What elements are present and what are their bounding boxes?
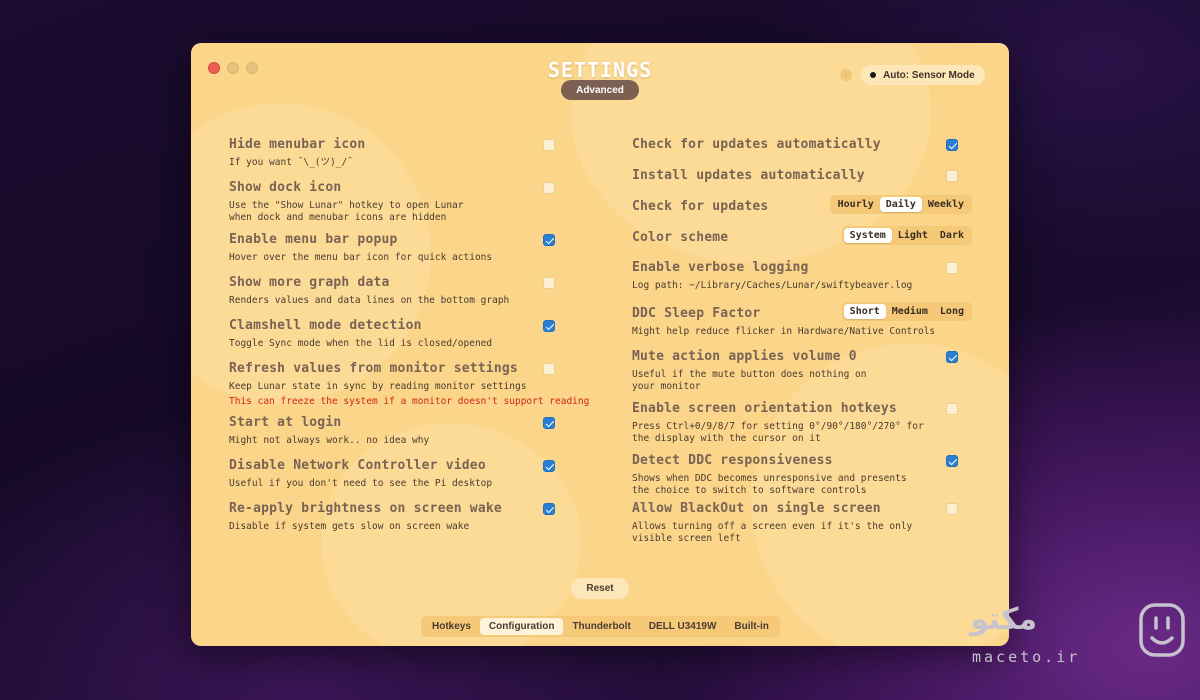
setting-title: Show more graph data	[229, 275, 390, 290]
checkbox-enable-verbose-logging[interactable]	[946, 262, 958, 274]
setting-title: Refresh values from monitor settings	[229, 361, 518, 376]
setting-row-hide-menubar-icon: Hide menubar icon If you want ¯\_(ツ)_/¯	[229, 137, 559, 169]
option-medium[interactable]: Medium	[886, 304, 934, 319]
checkbox-check-for-updates-automatically[interactable]	[946, 139, 958, 151]
setting-row-enable-verbose-logging: Enable verbose logging Log path: ~/Librar…	[632, 260, 972, 292]
option-long[interactable]: Long	[934, 304, 970, 319]
setting-row-color-scheme: Color scheme System Light Dark	[632, 226, 972, 245]
sensor-mode-label: Auto: Sensor Mode	[883, 69, 975, 81]
checkbox-refresh-values-from-monitor-settings[interactable]	[543, 363, 555, 375]
setting-row-check-for-updates: Check for updates Hourly Daily Weekly	[632, 195, 972, 214]
checkbox-hide-menubar-icon[interactable]	[543, 139, 555, 151]
setting-row-ddc-sleep-factor: DDC Sleep Factor Might help reduce flicke…	[632, 302, 972, 338]
setting-row-show-more-graph-data: Show more graph data Renders values and d…	[229, 275, 559, 307]
checkbox-enable-screen-orientation-hotkeys[interactable]	[946, 403, 958, 415]
watermark-persian-text: مکتو	[970, 602, 1038, 637]
setting-description: Renders values and data lines on the bot…	[229, 295, 510, 306]
setting-row-clamshell-mode-detection: Clamshell mode detection Toggle Sync mode…	[229, 318, 559, 350]
setting-description: Press Ctrl+0/9/8/7 for setting 0°/90°/18…	[632, 421, 924, 444]
watermark-domain-text: maceto.ir	[972, 648, 1081, 666]
advanced-mode-button[interactable]: Advanced	[561, 80, 639, 100]
setting-title: Enable verbose logging	[632, 260, 809, 275]
sensor-mode-button[interactable]: Auto: Sensor Mode	[861, 65, 985, 85]
tab-dell-u3419w[interactable]: DELL U3419W	[640, 618, 726, 635]
setting-title: Install updates automatically	[632, 168, 865, 183]
setting-row-re-apply-brightness-on-screen-wake: Re-apply brightness on screen wake Disabl…	[229, 501, 559, 533]
setting-row-enable-menu-bar-popup: Enable menu bar popup Hover over the menu…	[229, 232, 559, 264]
reset-button[interactable]: Reset	[571, 578, 629, 599]
setting-row-mute-action-applies-volume-0: Mute action applies volume 0 Useful if th…	[632, 349, 972, 392]
setting-description: Keep Lunar state in sync by reading moni…	[229, 381, 527, 392]
setting-title: Allow BlackOut on single screen	[632, 501, 881, 516]
display-tabs: Hotkeys Configuration Thunderbolt DELL U341…	[421, 616, 780, 637]
segmented-control-check-for-updates: Hourly Daily Weekly	[829, 195, 972, 214]
setting-description: Useful if the mute button does nothing o…	[632, 369, 867, 392]
setting-description: Allows turning off a screen even if it's…	[632, 521, 913, 544]
setting-row-check-for-updates-automatically: Check for updates automatically	[632, 137, 972, 152]
setting-row-install-updates-automatically: Install updates automatically	[632, 168, 972, 183]
segmented-control-ddc-sleep-factor: Short Medium Long	[841, 302, 972, 321]
setting-title: Enable screen orientation hotkeys	[632, 401, 897, 416]
checkbox-disable-network-controller-video[interactable]	[543, 460, 555, 472]
setting-title: Clamshell mode detection	[229, 318, 422, 333]
checkbox-enable-menu-bar-popup[interactable]	[543, 234, 555, 246]
option-light[interactable]: Light	[892, 228, 934, 243]
setting-description: Might not always work.. no idea why	[229, 435, 430, 446]
setting-title: Show dock icon	[229, 180, 342, 195]
setting-warning: This can freeze the system if a monitor …	[229, 395, 590, 407]
setting-title: Re-apply brightness on screen wake	[229, 501, 502, 516]
watermark: مکتو maceto.ir	[960, 598, 1190, 678]
smiley-logo-icon	[1139, 603, 1185, 657]
option-daily[interactable]: Daily	[879, 197, 922, 212]
option-dark[interactable]: Dark	[934, 228, 970, 243]
mode-dot-icon	[870, 72, 876, 78]
setting-title: Mute action applies volume 0	[632, 349, 857, 364]
setting-row-refresh-values-from-monitor-settings: Refresh values from monitor settings Keep…	[229, 361, 590, 407]
setting-description: Toggle Sync mode when the lid is closed/…	[229, 338, 493, 349]
checkbox-allow-blackout-on-single-screen[interactable]	[946, 503, 958, 515]
checkbox-detect-ddc-responsiveness[interactable]	[946, 455, 958, 467]
setting-row-disable-network-controller-video: Disable Network Controller video Useful i…	[229, 458, 559, 490]
setting-description: Log path: ~/Library/Caches/Lunar/swiftyb…	[632, 280, 913, 291]
info-icon[interactable]: i	[840, 69, 852, 81]
option-system[interactable]: System	[843, 228, 892, 243]
setting-title: Start at login	[229, 415, 342, 430]
checkbox-show-more-graph-data[interactable]	[543, 277, 555, 289]
setting-description: Use the "Show Lunar" hotkey to open Luna…	[229, 200, 464, 223]
setting-description: Shows when DDC becomes unresponsive and …	[632, 473, 907, 496]
setting-title: Hide menubar icon	[229, 137, 366, 152]
setting-title: Enable menu bar popup	[229, 232, 398, 247]
tab-configuration[interactable]: Configuration	[479, 618, 564, 635]
setting-row-enable-screen-orientation-hotkeys: Enable screen orientation hotkeys Press C…	[632, 401, 972, 444]
setting-row-allow-blackout-on-single-screen: Allow BlackOut on single screen Allows tu…	[632, 501, 972, 544]
checkbox-clamshell-mode-detection[interactable]	[543, 320, 555, 332]
setting-description: If you want ¯\_(ツ)_/¯	[229, 157, 353, 168]
setting-title: Disable Network Controller video	[229, 458, 486, 473]
setting-description: Might help reduce flicker in Hardware/Na…	[632, 326, 936, 337]
setting-row-show-dock-icon: Show dock icon Use the "Show Lunar" hotke…	[229, 180, 559, 223]
segmented-control-color-scheme: System Light Dark	[841, 226, 972, 245]
checkbox-install-updates-automatically[interactable]	[946, 170, 958, 182]
checkbox-start-at-login[interactable]	[543, 417, 555, 429]
tab-hotkeys[interactable]: Hotkeys	[423, 618, 480, 635]
background-blob	[321, 423, 581, 646]
option-short[interactable]: Short	[843, 304, 886, 319]
option-weekly[interactable]: Weekly	[922, 197, 970, 212]
setting-title: Check for updates automatically	[632, 137, 881, 152]
setting-title: Detect DDC responsiveness	[632, 453, 833, 468]
settings-window: SETTINGS Advanced i Auto: Sensor Mode Hi…	[191, 43, 1009, 646]
tab-built-in[interactable]: Built-in	[725, 618, 777, 635]
checkbox-re-apply-brightness-on-screen-wake[interactable]	[543, 503, 555, 515]
setting-description: Useful if you don't need to see the Pi d…	[229, 478, 493, 489]
setting-row-detect-ddc-responsiveness: Detect DDC responsiveness Shows when DDC …	[632, 453, 972, 496]
checkbox-mute-action-applies-volume-0[interactable]	[946, 351, 958, 363]
setting-row-start-at-login: Start at login Might not always work.. no…	[229, 415, 559, 447]
setting-description: Disable if system gets slow on screen wa…	[229, 521, 470, 532]
setting-description: Hover over the menu bar icon for quick a…	[229, 252, 493, 263]
tab-thunderbolt[interactable]: Thunderbolt	[563, 618, 639, 635]
option-hourly[interactable]: Hourly	[832, 197, 880, 212]
checkbox-show-dock-icon[interactable]	[543, 182, 555, 194]
